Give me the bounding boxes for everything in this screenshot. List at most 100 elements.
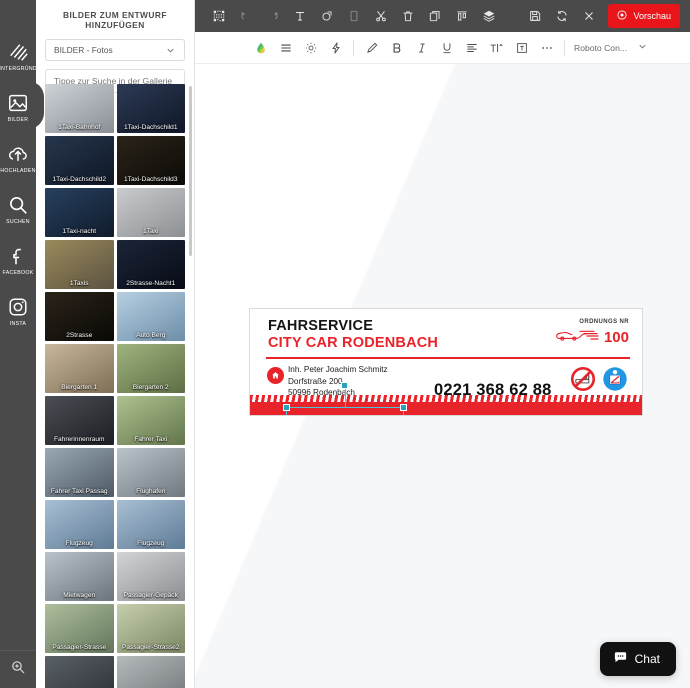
list-button[interactable] [273,36,298,60]
reset-button[interactable] [548,4,575,28]
layers-button[interactable] [475,4,502,28]
color-picker-button[interactable] [248,36,273,60]
brightness-button[interactable] [298,36,323,60]
upload-icon [7,143,29,165]
sun-icon [304,41,318,55]
thumbnail-label: Biergarten 1 [61,384,98,391]
gallery-thumbnail[interactable]: Auto Berg [116,292,185,341]
qr-code-button[interactable] [205,4,232,28]
gallery-thumbnail[interactable]: 1Taxi-nacht [45,188,114,237]
card-address[interactable]: Inh. Peter Joachim Schmitz Dorfstraße 20… [288,364,388,399]
image-gallery[interactable]: 1Taxi-Bahnhof 1Taxi-Dachschild1 1Taxi-Dach… [45,84,190,688]
scissors-icon [374,9,388,23]
thumbnail-label: Flughafen [136,488,166,495]
more-options-button[interactable] [534,36,559,60]
thumbnail-label: Flugzeug [137,540,165,547]
duplicate-button[interactable] [421,4,448,28]
sidebar-item-insta[interactable]: INSTA [0,289,36,332]
preview-button-label: Vorschau [633,11,671,21]
thumbnail-label: Passagier-Strasse2 [121,644,180,651]
gallery-thumbnail[interactable] [45,656,114,688]
sidebar-item-facebook[interactable]: FACEBOOK [0,238,36,281]
gallery-thumbnail[interactable]: 1Taxi [116,188,185,237]
sidebar-item-bilder[interactable]: BILDER [0,81,44,129]
gallery-thumbnail[interactable]: Biergarten 1 [45,344,114,393]
paste-button[interactable] [340,4,367,28]
undo-icon [239,9,253,23]
gallery-thumbnail[interactable]: 2Strasse [45,292,114,341]
bolt-icon [329,41,343,55]
gallery-thumbnail[interactable]: Flughafen [116,448,185,497]
gallery-thumbnail[interactable]: Fahrer Taxi [116,396,185,445]
bold-button[interactable] [384,36,409,60]
cut-button[interactable] [367,4,394,28]
clipboard-icon [347,9,361,23]
chat-button[interactable]: Chat [599,642,676,676]
thumbnail-label: Fahrer Taxi [134,436,168,443]
align-button[interactable] [448,4,475,28]
text-box-icon [515,41,529,55]
gallery-thumbnail[interactable]: Flugzeug [116,500,185,549]
gallery-thumbnail[interactable]: Passagier-Strasse2 [116,604,185,653]
card-order-number[interactable]: 100 [604,330,629,345]
panel-title: BILDER ZUM ENTWURF HINZUFÜGEN [63,10,167,30]
close-button[interactable] [575,4,602,28]
left-icon-rail: HINTERGRÜNDE BILDER HOCHLADEN [0,0,44,688]
highlighter-button[interactable] [359,36,384,60]
eye-icon [616,9,628,23]
gallery-thumbnail[interactable]: Flugzeug [45,500,114,549]
gallery-scrollbar[interactable] [189,86,192,256]
font-family-dropdown[interactable]: Roboto Con... [574,41,648,54]
design-canvas[interactable]: FAHRSERVICE CITY CAR RODENBACH ORDNUNGS … [195,64,690,688]
thumbnail-image [45,656,114,688]
shape-button[interactable] [313,4,340,28]
sidebar-item-hintergruende[interactable]: HINTERGRÜNDE [0,34,40,77]
zoom-in-button[interactable] [0,650,36,688]
save-button[interactable] [521,4,548,28]
thumbnail-label: Flugzeug [65,540,93,547]
color-drop-icon [254,41,268,55]
gallery-thumbnail[interactable]: Mietwagen [45,552,114,601]
notepad-icon[interactable] [602,366,628,397]
preview-button[interactable]: Vorschau [608,4,680,28]
business-card[interactable]: FAHRSERVICE CITY CAR RODENBACH ORDNUNGS … [249,308,643,416]
delete-button[interactable] [394,4,421,28]
thumbnail-label: 2Strasse-Nacht1 [126,280,176,287]
sidebar-item-suchen[interactable]: SUCHEN [0,187,36,230]
gallery-thumbnail[interactable]: Biergarten 2 [116,344,185,393]
sidebar-item-hochladen[interactable]: HOCHLADEN [0,136,36,179]
gallery-thumbnail[interactable]: 1Taxi-Dachschild3 [116,136,185,185]
text-box-button[interactable] [509,36,534,60]
italic-button[interactable] [409,36,434,60]
sidebar-label-hintergruende: HINTERGRÜNDE [0,66,41,72]
home-badge [267,367,284,384]
thumbnail-label: Mietwagen [63,592,96,599]
redo-button[interactable] [259,4,286,28]
gallery-thumbnail[interactable]: 1Taxi-Bahnhof [45,84,114,133]
gallery-thumbnail[interactable]: 1Taxis [45,240,114,289]
gallery-thumbnail[interactable]: Fahrerinnenraum [45,396,114,445]
card-icon-group [570,366,628,397]
gallery-thumbnail[interactable] [116,656,185,688]
gallery-thumbnail[interactable]: Passagier-Gepäck [116,552,185,601]
card-order-label: ORDNUNGS NR [579,319,629,325]
gallery-thumbnail[interactable]: 1Taxi-Dachschild2 [45,136,114,185]
align-text-button[interactable] [459,36,484,60]
italic-icon [415,41,429,55]
underline-icon [440,41,454,55]
font-size-button[interactable] [484,36,509,60]
gallery-thumbnail[interactable]: 2Strasse-Nacht1 [116,240,185,289]
card-header: FAHRSERVICE CITY CAR RODENBACH ORDNUNGS … [250,309,642,359]
underline-button[interactable] [434,36,459,60]
add-text-button[interactable] [286,4,313,28]
gallery-thumbnail[interactable]: Fahrer Taxi Passag [45,448,114,497]
effects-button[interactable] [323,36,348,60]
font-family-value: Roboto Con... [574,42,628,53]
gallery-thumbnail[interactable]: 1Taxi-Dachschild1 [116,84,185,133]
gallery-thumbnail[interactable]: Passagier-Strasse [45,604,114,653]
category-dropdown[interactable]: BILDER - Fotos [45,39,185,61]
no-smoking-icon[interactable] [570,366,596,397]
card-address-line1: Inh. Peter Joachim Schmitz [288,365,388,374]
thumbnail-label: Passagier-Strasse [52,644,107,651]
undo-button[interactable] [232,4,259,28]
